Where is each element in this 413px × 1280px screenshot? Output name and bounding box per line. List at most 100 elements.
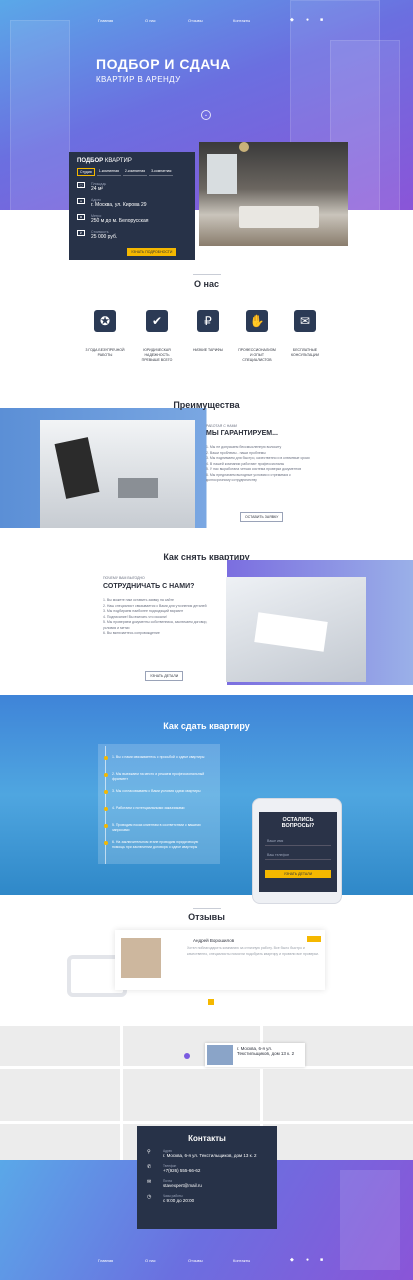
lease-step: 3. Мы согласовываем с Вами условия сдачи…	[112, 789, 201, 793]
rent-list: 1. Вы можете нам оставить заявку на сайт…	[103, 598, 221, 637]
vk-icon[interactable]: ◆	[290, 17, 294, 23]
review-text: Хотел поблагодарить компанию за отличную…	[187, 946, 319, 956]
feature-legal: ✔ ЮРИДИЧЕСКАЯ НАДЕЖНОСТЬ ПРЕВЫШЕ ВСЕГО	[137, 310, 177, 363]
phone-title: ВОПРОСЫ?	[281, 823, 315, 829]
mail-icon: ✉	[147, 1179, 152, 1185]
nav-contacts[interactable]: Контакты	[233, 18, 250, 23]
folder-shape	[54, 437, 100, 499]
building-shape	[10, 20, 70, 210]
advantages-kicker: РАБОТАЯ С НАМИ	[206, 424, 238, 428]
handshake-icon: ✋	[246, 310, 268, 332]
review-card: Андрей Ворошилов Хотел поблагодарить ком…	[115, 930, 325, 990]
scroll-down-icon[interactable]: ⌄	[201, 110, 211, 120]
contacts-card: Контакты ⚲ Адрес г. Москва, 6-я ул. Тексти…	[137, 1126, 277, 1229]
footer-nav-about[interactable]: О нас	[145, 1258, 156, 1263]
vk-icon[interactable]: ◆	[290, 1257, 294, 1263]
wallet-icon: ₽	[77, 230, 85, 236]
footer-nav-home[interactable]: Главная	[98, 1258, 113, 1263]
map-address: г. Москва, 6-я ул. Текстильщиков, дом 13…	[237, 1046, 295, 1056]
feature-caption: БЕСПЛАТНЫЕ КОНСУЛЬТАЦИИ	[291, 348, 319, 357]
pin-icon: ⚲	[147, 1149, 151, 1155]
people-shape	[118, 478, 158, 498]
advantage-item: 5. У нас выработана четкая система прове…	[206, 467, 302, 471]
review-pager[interactable]	[208, 999, 214, 1005]
window-shape	[207, 154, 237, 194]
tab-3room[interactable]: 3-комнатная	[149, 168, 174, 176]
clock-icon: ◷	[147, 1194, 152, 1200]
viber-icon[interactable]: ●	[306, 1257, 309, 1263]
advantage-item: 6. Мы предлагаем выгодные условия и стре…	[206, 472, 291, 483]
advantages-heading: МЫ ГАРАНТИРУЕМ...	[206, 430, 278, 437]
phone-screen: ОСТАЛИСЬ ВОПРОСЫ? Ваше имя Ваш телефон У…	[259, 812, 337, 892]
apartment-photo	[199, 142, 348, 246]
divider	[193, 908, 221, 909]
instagram-icon[interactable]: ■	[320, 17, 323, 23]
nav-about[interactable]: О нас	[145, 18, 156, 23]
address-value: г. Москва, ул. Кирова 29	[91, 202, 147, 208]
lease-step: 1. Вы с нами связываетесь с просьбой о с…	[112, 755, 205, 759]
lease-step: 6. На заключительном этапе проводим юрид…	[112, 840, 199, 849]
rating-badge	[307, 936, 321, 942]
viber-icon[interactable]: ●	[306, 17, 309, 23]
advantage-item: 3. Мы поднимаем для быстро, качественно …	[206, 456, 310, 460]
tab-2room[interactable]: 2-комнатная	[122, 168, 148, 176]
advantages-list: 1. Мы не допускаем бессмысленную волокит…	[206, 445, 314, 484]
phone-icon: ✆	[147, 1164, 152, 1170]
details-button[interactable]: УЗНАТЬ ПОДРОБНОСТИ	[127, 248, 177, 256]
area-value: 24 м²	[91, 186, 104, 192]
contact-address: г. Москва, 6-я ул. Текстильщиков, дом 13…	[163, 1153, 257, 1158]
contact-email[interactable]: stavexpert@mail.ru	[163, 1183, 202, 1188]
paper-shape	[254, 612, 328, 652]
lease-step: 4. Работаем с потенциальными заказчиками	[112, 806, 185, 810]
contact-phone[interactable]: +7(926) 555-66-62	[163, 1168, 200, 1173]
tab-studio[interactable]: Студия	[77, 168, 95, 176]
rent-kicker: ПОЧЕМУ ВАМ ВЫГОДНО	[103, 576, 145, 580]
feature-caption: ЮРИДИЧЕСКАЯ НАДЕЖНОСТЬ ПРЕВЫШЕ ВСЕГО	[141, 348, 173, 362]
about-title: О нас	[194, 279, 219, 289]
office-photo	[40, 420, 195, 528]
rent-heading: СОТРУДНИЧАТЬ С НАМИ?	[103, 583, 195, 590]
room-tabs: Студия 1-комнатная 2-комнатная 3-комнатн…	[77, 168, 187, 176]
feature-consult: ✉ БЕСПЛАТНЫЕ КОНСУЛЬТАЦИИ	[285, 310, 325, 358]
feature-caption: ПРОФЕССИОНАЛИЗМ И ОПЫТ СПЕЦИАЛИСТОВ	[238, 348, 276, 362]
footer-nav-reviews[interactable]: Отзывы	[188, 1258, 203, 1263]
hero-title: ПОДБОР И СДАЧА	[96, 56, 231, 72]
lease-step: 2. Мы выезжаем на место и решаем професс…	[112, 772, 205, 781]
footer-nav-contacts[interactable]: Контакты	[233, 1258, 250, 1263]
metro-value: 250 м до м. Белорусская	[91, 218, 149, 224]
medal-icon: ✪	[94, 310, 116, 332]
phone-submit-button[interactable]: УЗНАТЬ ДЕТАЛИ	[265, 870, 331, 878]
ruble-icon: ₽	[197, 310, 219, 332]
feature-experience: ✪ 3 ГОДА БЕЗУПРЕЧНОЙ РАБОТЫ	[85, 310, 125, 358]
contacts-title: Контакты	[188, 1134, 226, 1143]
feature-rates: ₽ НИЗКИЕ ТАРИФЫ	[188, 310, 228, 353]
contact-hours: с 9:00 до 20:00	[163, 1198, 195, 1203]
nav-home[interactable]: Главная	[98, 18, 113, 23]
hero-subtitle: КВАРТИР В АРЕНДУ	[96, 75, 181, 84]
top-nav: Главная О нас Отзывы Контакты ◆ ● ■	[0, 12, 413, 28]
instagram-icon[interactable]: ■	[320, 1257, 323, 1263]
road	[120, 1026, 123, 1161]
metro-icon: M	[77, 214, 85, 220]
lamp-shape	[239, 142, 249, 152]
phone-input[interactable]: Ваш телефон	[265, 851, 331, 860]
reviews-title: Отзывы	[188, 912, 225, 922]
map-address-card: г. Москва, 6-я ул. Текстильщиков, дом 13…	[205, 1043, 305, 1067]
learn-details-button[interactable]: УЗНАТЬ ДЕТАЛИ	[145, 671, 184, 681]
signing-photo	[226, 577, 366, 682]
selection-title: ПОДБОР КВАРТИР	[77, 158, 132, 164]
chat-icon: ✉	[294, 310, 316, 332]
tab-1room[interactable]: 1-комнатная	[96, 168, 121, 176]
phone-mockup: ОСТАЛИСЬ ВОПРОСЫ? Ваше имя Ваш телефон У…	[252, 798, 342, 904]
map-pin-icon[interactable]	[184, 1053, 190, 1059]
lease-step: 5. Проводим показ клиентам в соответстви…	[112, 823, 201, 832]
rent-item: 5. Мы проверяем документы собственника, …	[103, 620, 208, 630]
name-input[interactable]: Ваше имя	[265, 837, 331, 846]
rent-item: 6. Вы включаетесь сопровождение	[103, 631, 160, 635]
footer-nav: Главная О нас Отзывы Контакты ◆ ● ■	[0, 1252, 413, 1268]
steps-line	[105, 746, 106, 864]
pin-icon: ●	[77, 198, 85, 204]
nav-reviews[interactable]: Отзывы	[188, 18, 203, 23]
advantages-title: Преимущества	[173, 400, 240, 410]
leave-request-button[interactable]: ОСТАВИТЬ ЗАЯВКУ	[240, 512, 284, 522]
